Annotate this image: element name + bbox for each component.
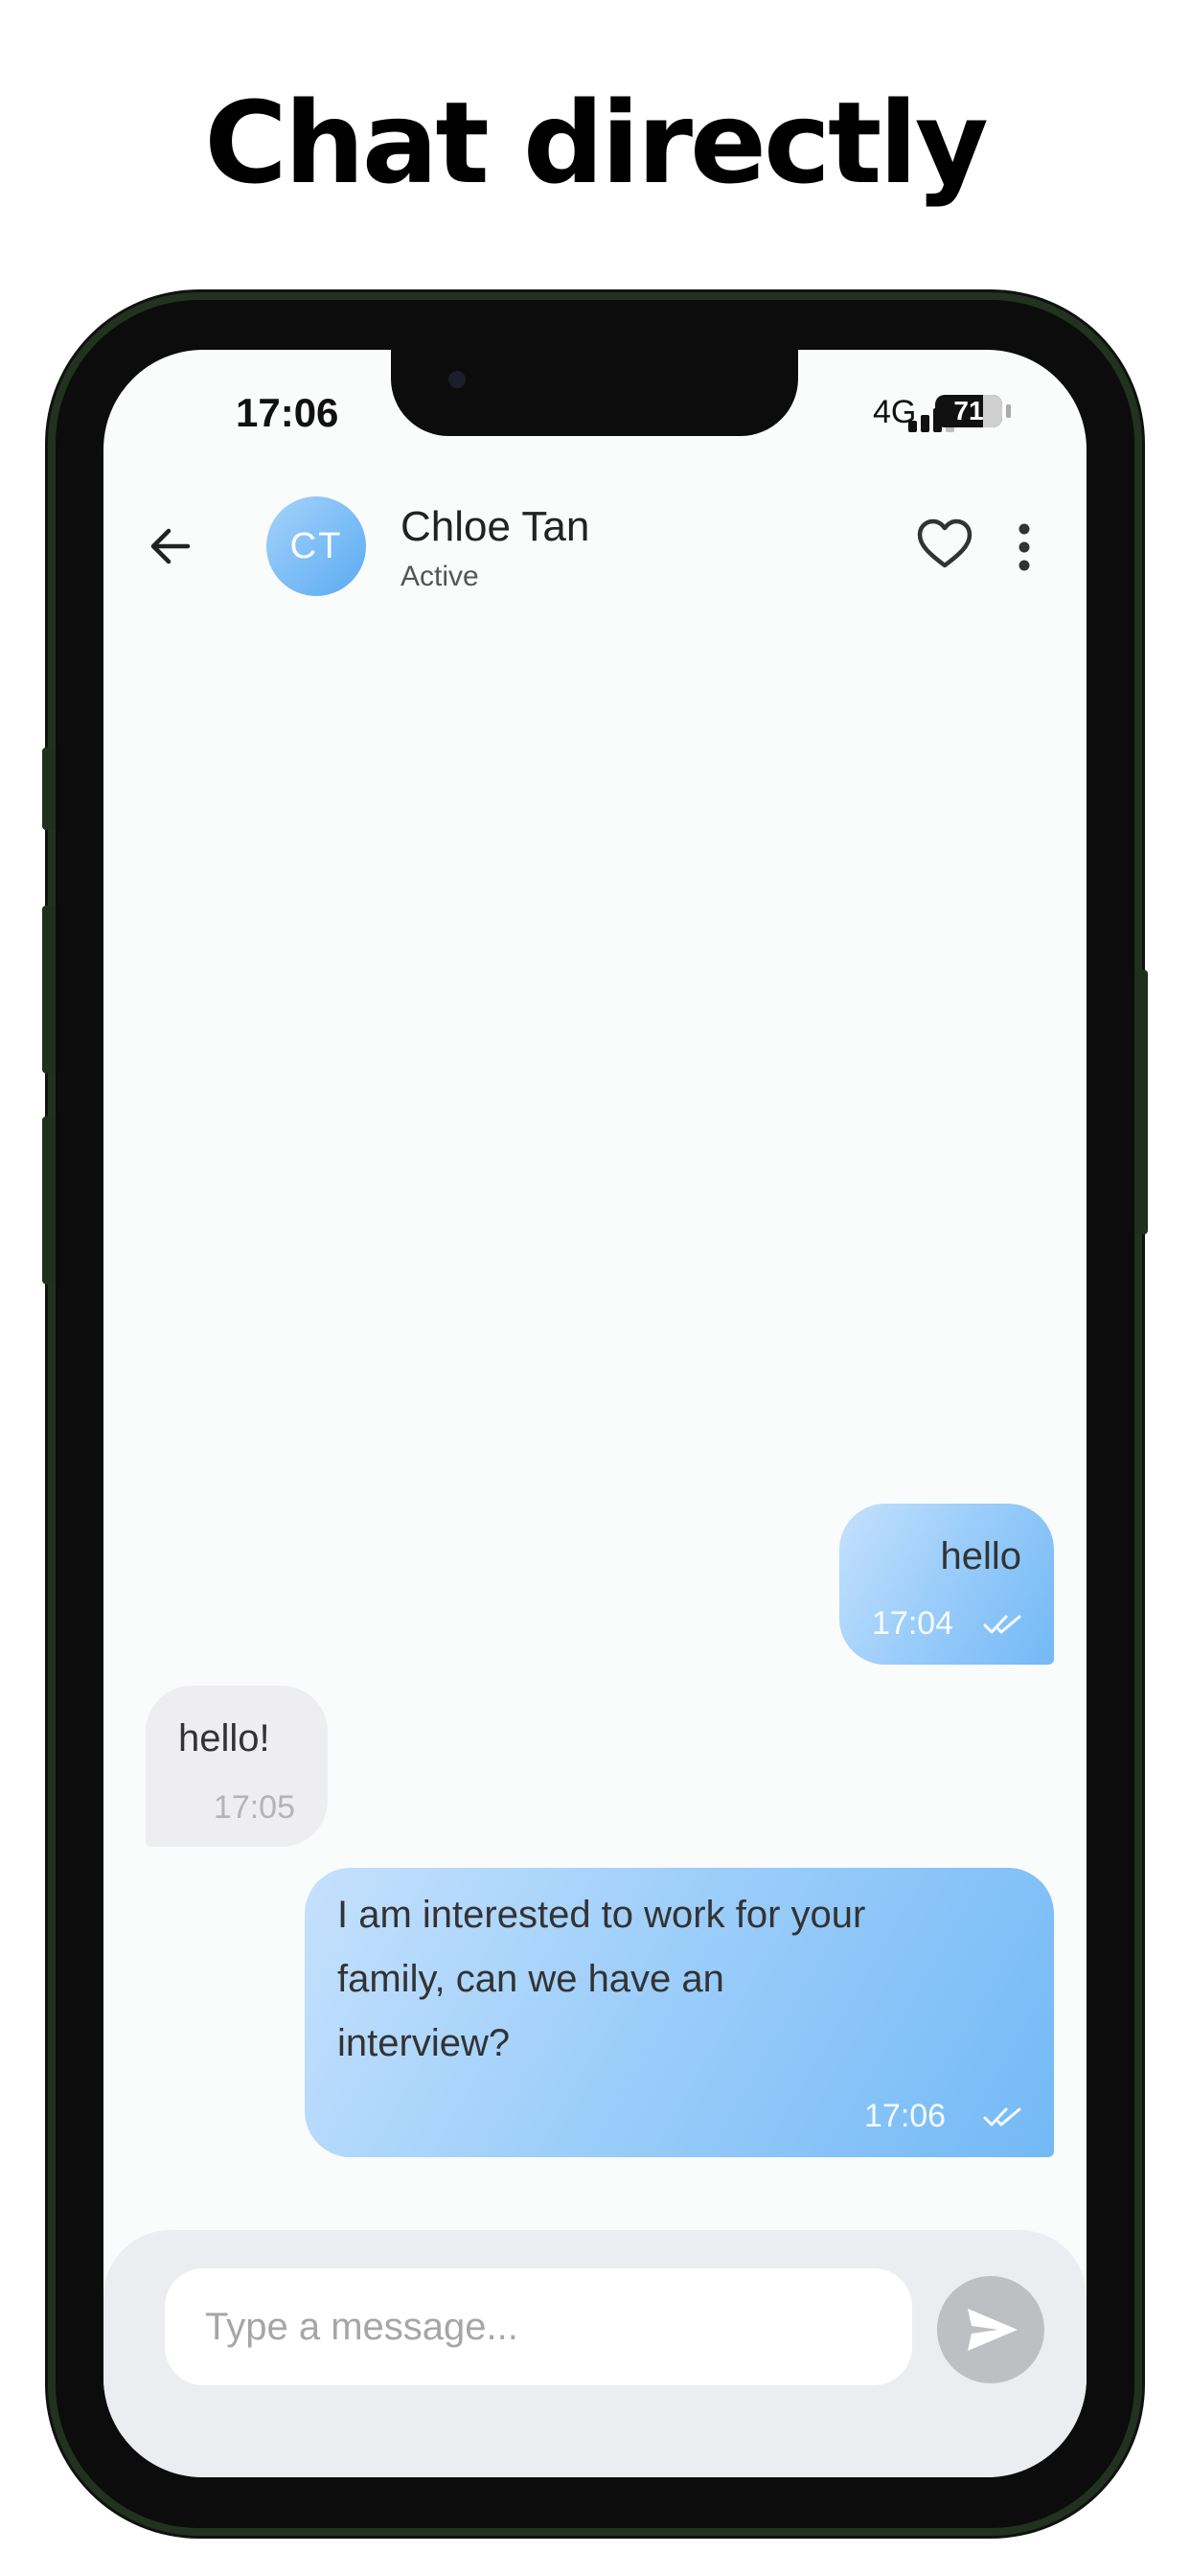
composer-bar [103,2230,1087,2477]
side-button-power [1134,970,1148,1234]
send-icon [968,2309,1018,2351]
status-time: 17:06 [236,390,339,435]
more-vertical-icon[interactable] [1018,522,1031,572]
double-check-icon [983,1615,1021,1634]
side-button-mute [42,748,56,830]
network-label: 4G [873,394,917,430]
send-button[interactable] [937,2276,1044,2383]
message-text: hello! [178,1717,270,1760]
message-bubble-incoming[interactable]: hello! 17:05 [146,1686,328,1847]
headline: Chat directly [204,77,989,209]
message-input[interactable] [165,2268,912,2385]
side-button-volume-down [42,1116,56,1284]
side-button-volume-up [42,906,56,1073]
phone-screen: 17:06 4G 71 CT Chloe Tan Active hello 17… [103,350,1087,2477]
message-bubble-outgoing[interactable]: hello 17:04 [839,1504,1054,1665]
contact-name: Chloe Tan [400,503,590,550]
presence-status: Active [400,561,479,592]
message-bubble-outgoing[interactable]: I am interested to work for your family,… [305,1868,1054,2157]
message-time: 17:04 [872,1605,954,1642]
message-text: hello [940,1535,1021,1577]
message-text: I am interested to work for your family,… [337,1883,865,2076]
message-line: interview? [337,2022,511,2064]
message-line: I am interested to work for your [337,1894,866,1936]
avatar[interactable]: CT [266,496,366,596]
battery-icon: 71 [935,395,1002,427]
signal-bar [921,415,929,432]
camera-icon [448,371,466,388]
notch [391,350,798,436]
arrow-left-icon[interactable] [142,518,199,575]
message-time: 17:06 [864,2098,947,2134]
battery-tip [1006,404,1011,418]
double-check-icon [983,2107,1021,2127]
battery-percent: 71 [953,396,984,426]
heart-outline-icon[interactable] [916,518,973,571]
message-line: family, can we have an [337,1958,724,2000]
message-time: 17:05 [213,1789,295,1826]
